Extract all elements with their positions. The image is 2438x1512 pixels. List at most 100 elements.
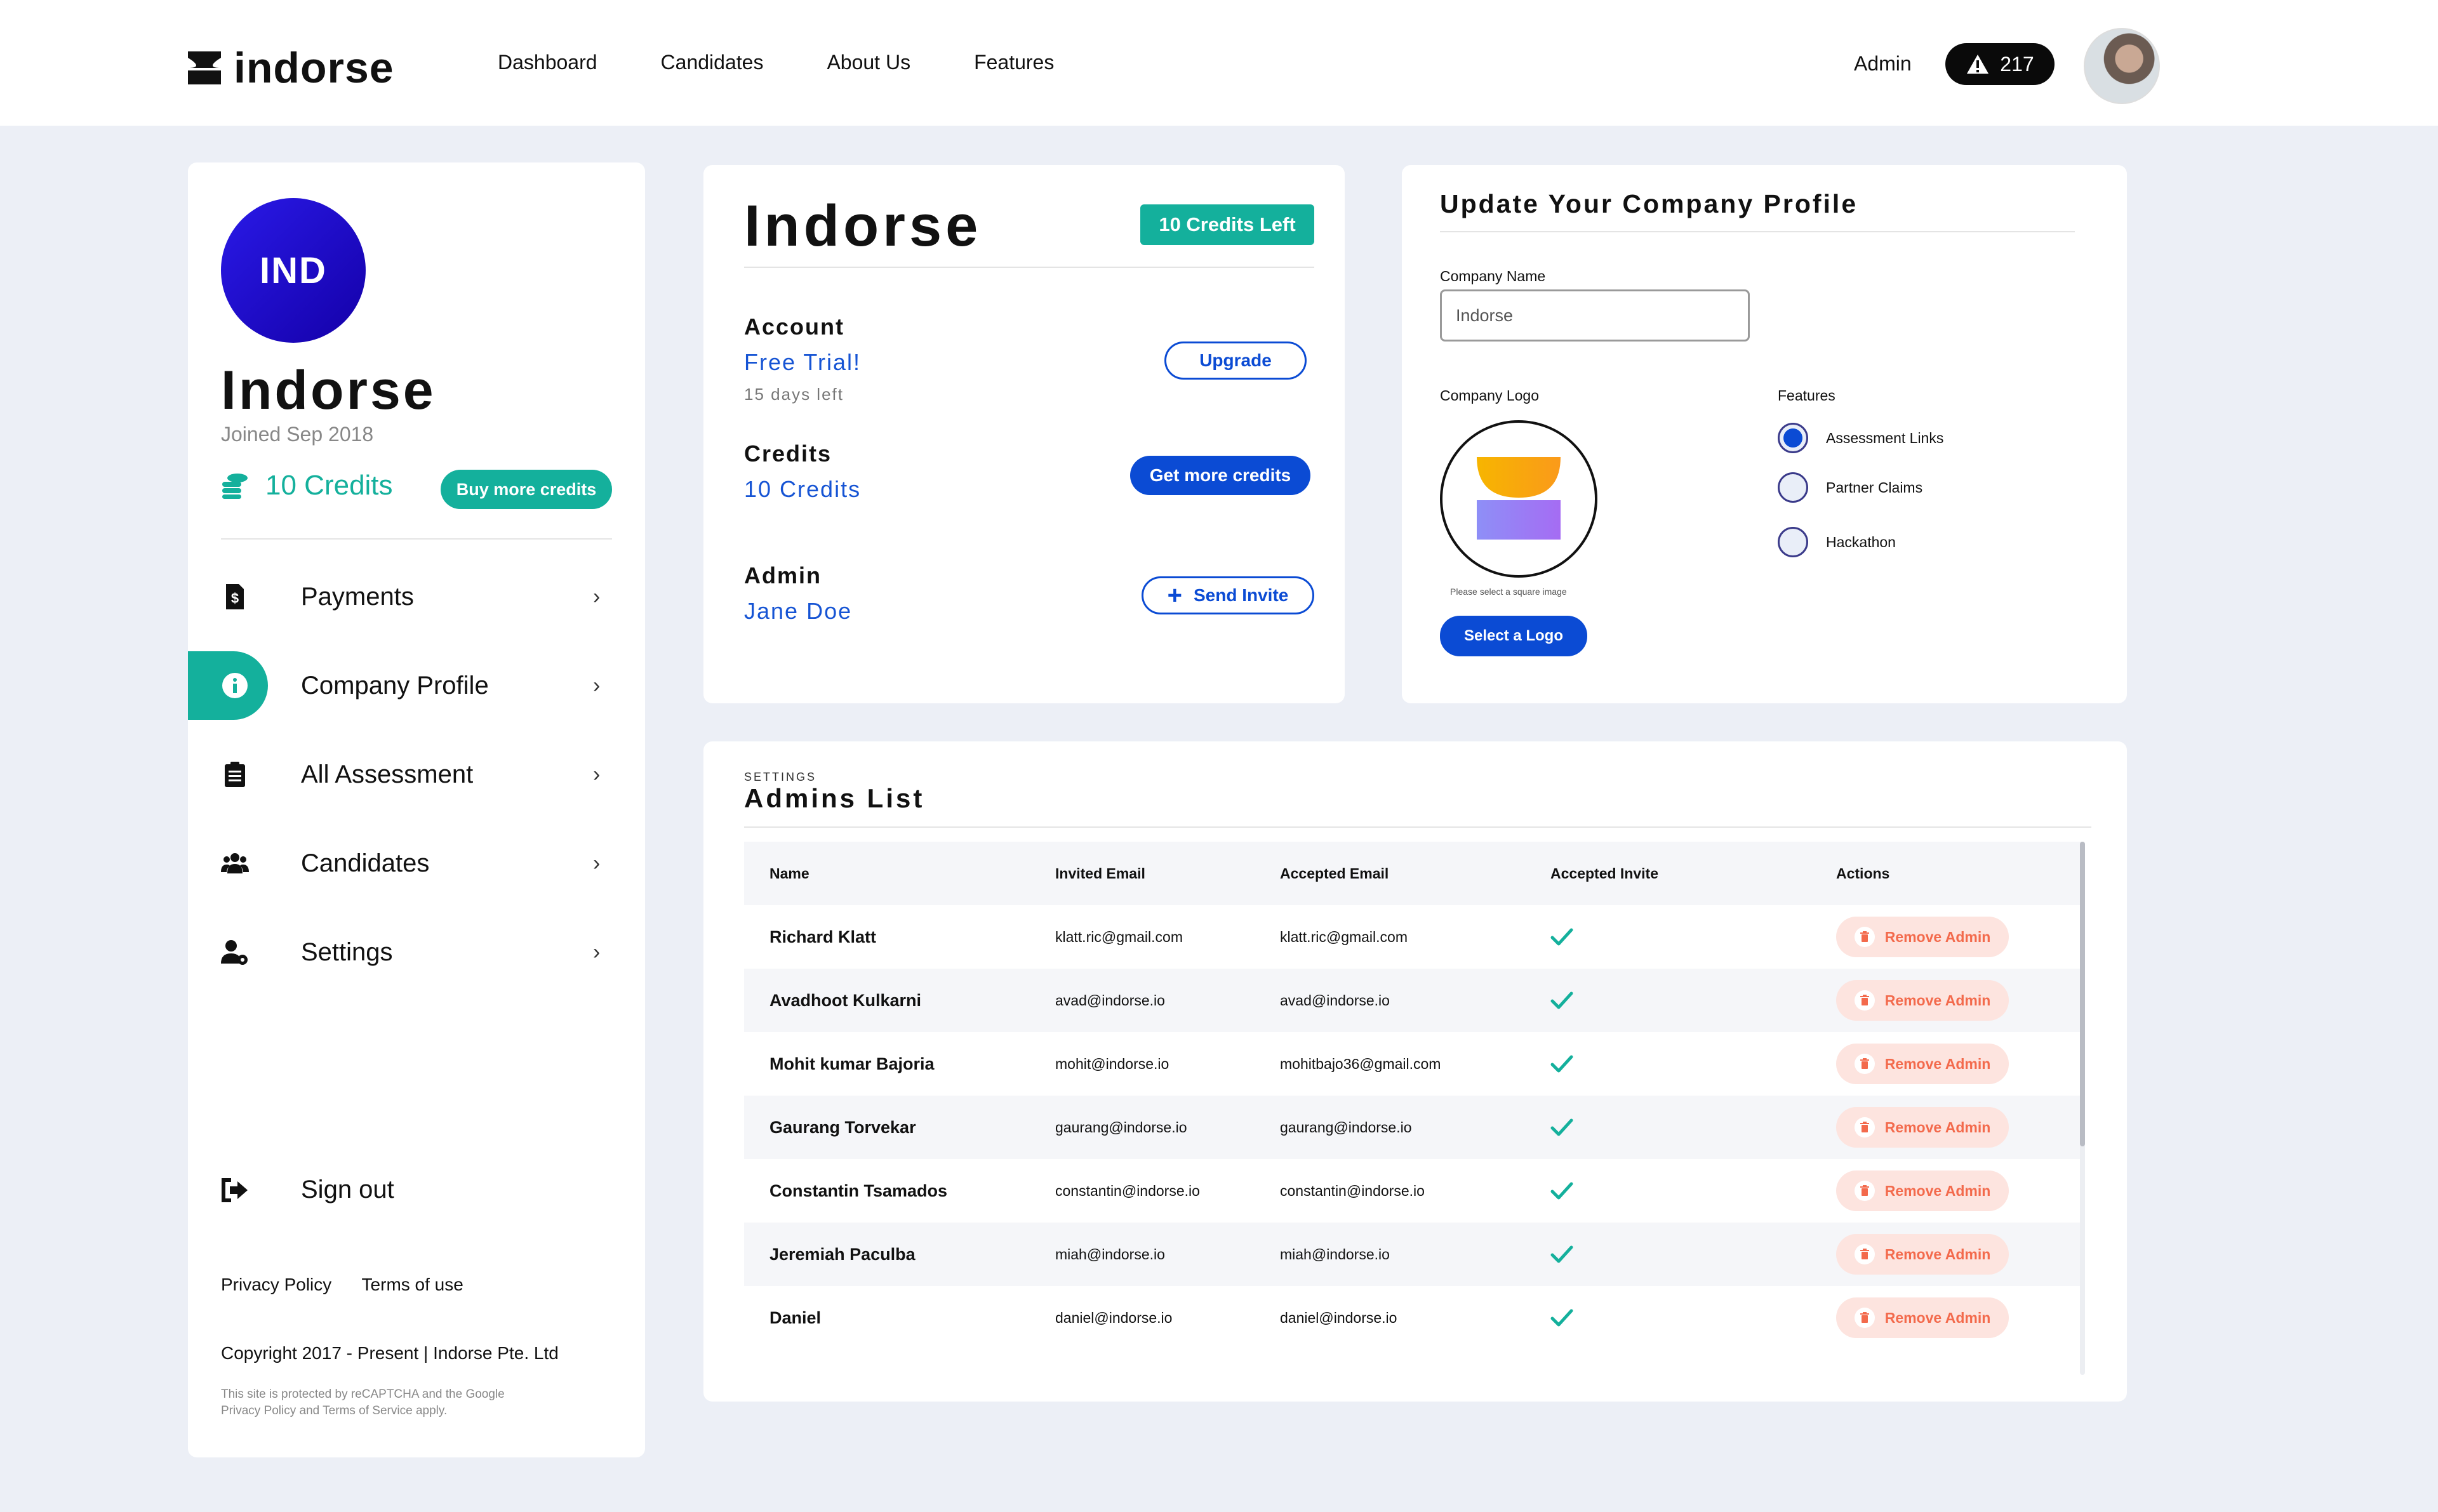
column-header-accepted-invite: Accepted Invite xyxy=(1550,865,1658,882)
invited-email: avad@indorse.io xyxy=(1055,991,1165,1009)
remove-admin-button[interactable]: Remove Admin xyxy=(1836,1234,2009,1275)
recaptcha-and: and xyxy=(299,1404,320,1417)
recaptcha-privacy-link[interactable]: Privacy Policy xyxy=(221,1404,296,1417)
nav-dashboard[interactable]: Dashboard xyxy=(498,51,597,74)
actions-cell: Remove Admin xyxy=(1836,1223,2009,1286)
table-scrollbar[interactable] xyxy=(2080,842,2085,1375)
trash-icon xyxy=(1854,990,1875,1011)
sidebar-item-label: All Assessment xyxy=(301,760,474,788)
divider xyxy=(744,267,1314,268)
sidebar-item-candidates[interactable]: Candidates › xyxy=(188,829,645,898)
remove-admin-label: Remove Admin xyxy=(1884,1118,1991,1136)
remove-admin-button[interactable]: Remove Admin xyxy=(1836,917,2009,957)
credits-left-badge: 10 Credits Left xyxy=(1140,204,1314,245)
credits-count: 10 Credits xyxy=(265,470,393,501)
radio-unselected[interactable] xyxy=(1778,527,1808,557)
remove-admin-label: Remove Admin xyxy=(1884,1245,1991,1263)
remove-admin-button[interactable]: Remove Admin xyxy=(1836,1107,2009,1148)
indorse-logo-icon xyxy=(188,51,221,84)
trash-icon xyxy=(1854,1181,1875,1201)
notification-badge[interactable]: 217 xyxy=(1945,43,2055,85)
feature-assessment-links[interactable]: Assessment Links xyxy=(1778,423,1943,453)
trash-icon xyxy=(1854,1244,1875,1264)
actions-cell: Remove Admin xyxy=(1836,1286,2009,1350)
accepted-email: avad@indorse.io xyxy=(1280,991,1390,1009)
privacy-policy-link[interactable]: Privacy Policy xyxy=(221,1275,331,1294)
svg-text:$: $ xyxy=(231,590,239,606)
select-logo-button[interactable]: Select a Logo xyxy=(1440,616,1587,656)
sidebar-item-payments[interactable]: $ Payments › xyxy=(188,562,645,631)
remove-admin-label: Remove Admin xyxy=(1884,1182,1991,1199)
admin-name: Gaurang Torvekar xyxy=(769,1117,916,1137)
nav-features[interactable]: Features xyxy=(974,51,1054,74)
feature-hackathon[interactable]: Hackathon xyxy=(1778,527,1896,557)
recaptcha-terms-link[interactable]: Terms of Service xyxy=(323,1404,412,1417)
sidebar-item-company-profile[interactable]: Company Profile › xyxy=(188,651,645,720)
company-profile-card: Update Your Company Profile Company Name… xyxy=(1402,165,2127,703)
remove-admin-button[interactable]: Remove Admin xyxy=(1836,1044,2009,1084)
remove-admin-button[interactable]: Remove Admin xyxy=(1836,1297,2009,1338)
user-avatar[interactable] xyxy=(2084,28,2160,104)
admin-link[interactable]: Admin xyxy=(1854,52,1912,76)
company-title: Indorse xyxy=(744,194,982,258)
credits-value: 10 Credits xyxy=(744,476,862,502)
admin-name: Richard Klatt xyxy=(769,927,877,946)
sidebar-item-all-assessment[interactable]: All Assessment › xyxy=(188,740,645,809)
nav-candidates[interactable]: Candidates xyxy=(661,51,764,74)
remove-admin-label: Remove Admin xyxy=(1884,928,1991,945)
table-row: Richard Klatt klatt.ric@gmail.com klatt.ri… xyxy=(744,905,2084,969)
actions-cell: Remove Admin xyxy=(1836,1159,2009,1223)
accepted-email: mohitbajo36@gmail.com xyxy=(1280,1055,1441,1072)
nav-about-us[interactable]: About Us xyxy=(827,51,910,74)
days-left: 15 days left xyxy=(744,385,844,404)
send-invite-button[interactable]: + Send Invite xyxy=(1142,576,1314,614)
get-more-credits-button[interactable]: Get more credits xyxy=(1130,456,1310,495)
terms-of-use-link[interactable]: Terms of use xyxy=(362,1275,463,1294)
admins-title: Admins List xyxy=(744,783,925,813)
payment-icon: $ xyxy=(226,584,244,609)
features-label: Features xyxy=(1778,387,1835,404)
trash-icon xyxy=(1854,1308,1875,1328)
table-row: Daniel daniel@indorse.io daniel@indorse.io… xyxy=(744,1286,2084,1350)
admin-name: Constantin Tsamados xyxy=(769,1181,948,1200)
remove-admin-button[interactable]: Remove Admin xyxy=(1836,980,2009,1021)
top-navbar: indorse Dashboard Candidates About Us Fe… xyxy=(0,0,2438,126)
sign-out-icon xyxy=(222,1177,248,1202)
feature-partner-claims[interactable]: Partner Claims xyxy=(1778,472,1922,503)
accepted-email: daniel@indorse.io xyxy=(1280,1309,1397,1326)
user-settings-icon xyxy=(221,940,248,965)
footer-links: Privacy Policy Terms of use xyxy=(221,1275,489,1295)
company-name-input[interactable] xyxy=(1440,289,1750,342)
radio-unselected[interactable] xyxy=(1778,472,1808,503)
trash-icon xyxy=(1854,1054,1875,1074)
account-card: Indorse 10 Credits Left Account Free Tri… xyxy=(703,165,1345,703)
profile-title: Update Your Company Profile xyxy=(1440,189,1858,218)
radio-selected[interactable] xyxy=(1778,423,1808,453)
accepted-email: gaurang@indorse.io xyxy=(1280,1118,1412,1136)
remove-admin-button[interactable]: Remove Admin xyxy=(1836,1170,2009,1211)
plan-name: Free Trial! xyxy=(744,349,862,375)
table-header: Name Invited Email Accepted Email Accept… xyxy=(744,842,2084,905)
sidebar: IND Indorse Joined Sep 2018 10 Credits B… xyxy=(188,162,645,1457)
chevron-right-icon: › xyxy=(593,673,601,698)
sidebar-item-settings[interactable]: Settings › xyxy=(188,918,645,986)
sign-out-button[interactable]: Sign out xyxy=(221,1176,394,1204)
admin-label: Admin xyxy=(744,562,822,588)
brand-logo[interactable]: indorse xyxy=(188,43,394,93)
account-label: Account xyxy=(744,314,844,340)
actions-cell: Remove Admin xyxy=(1836,1096,2009,1159)
column-header-actions: Actions xyxy=(1836,865,1890,882)
invited-email: daniel@indorse.io xyxy=(1055,1309,1173,1326)
credits-label: Credits xyxy=(744,441,832,467)
column-header-invited-email: Invited Email xyxy=(1055,865,1145,882)
sign-out-label: Sign out xyxy=(301,1176,394,1204)
company-name-label: Company Name xyxy=(1440,268,1546,284)
recaptcha-apply: apply. xyxy=(415,1404,448,1417)
feature-label: Hackathon xyxy=(1826,533,1896,550)
table-row: Gaurang Torvekar gaurang@indorse.io gauran… xyxy=(744,1096,2084,1159)
upgrade-button[interactable]: Upgrade xyxy=(1164,342,1307,380)
buy-more-credits-button[interactable]: Buy more credits xyxy=(441,470,612,509)
scrollbar-thumb[interactable] xyxy=(2080,842,2085,1146)
coins-icon xyxy=(222,474,248,499)
credits-summary: 10 Credits xyxy=(221,470,393,501)
